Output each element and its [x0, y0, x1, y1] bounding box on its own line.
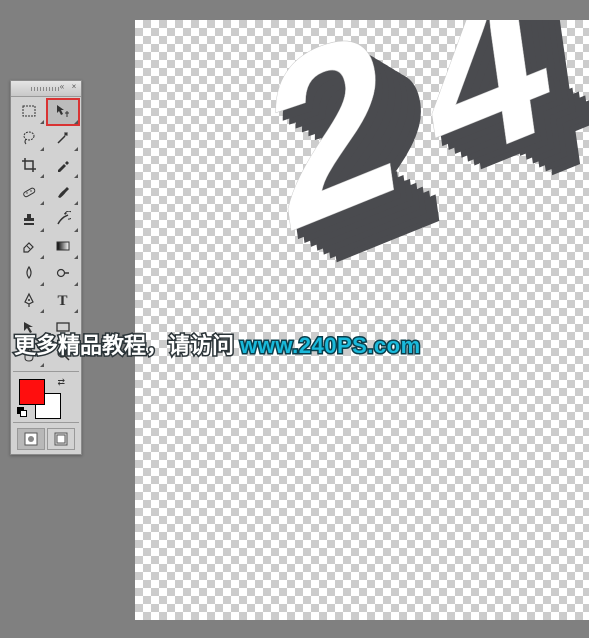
document-canvas[interactable]: 2 2 2 2 2 2 2 2 4 4 4 4 4 4 4 4	[135, 20, 589, 620]
marquee-icon	[21, 103, 37, 122]
color-swatches: ⇄	[13, 375, 79, 419]
magic-wand-tool[interactable]	[47, 126, 79, 152]
default-colors-icon[interactable]	[17, 407, 27, 417]
marquee-tool[interactable]	[13, 99, 45, 125]
pen-tool[interactable]	[13, 288, 45, 314]
crop-tool[interactable]	[13, 153, 45, 179]
stamp-icon	[21, 211, 37, 230]
three-d-text-art: 2 2 2 2 2 2 2 2 4 4 4 4 4 4 4 4	[135, 20, 589, 440]
close-icon[interactable]: ×	[69, 82, 79, 92]
screen-mode-button[interactable]	[47, 428, 75, 450]
type-icon: T	[57, 293, 67, 310]
move-tool[interactable]	[47, 99, 79, 125]
tools-panel: « ×	[10, 80, 82, 455]
clone-stamp-tool[interactable]	[13, 207, 45, 233]
quickmask-section	[13, 426, 79, 452]
history-brush-tool[interactable]	[47, 207, 79, 233]
move-icon	[55, 103, 71, 122]
swap-colors-icon[interactable]: ⇄	[57, 377, 65, 388]
lasso-icon	[21, 130, 37, 149]
blur-tool[interactable]	[13, 261, 45, 287]
brush-icon	[55, 184, 71, 203]
brush-tool[interactable]	[47, 180, 79, 206]
wand-icon	[55, 130, 71, 149]
spot-healing-tool[interactable]	[13, 180, 45, 206]
screen-mode-icon	[54, 432, 68, 446]
tools-panel-header[interactable]: « ×	[11, 81, 81, 97]
watermark-label: 更多精品教程，请访问	[14, 333, 240, 358]
standard-mode-icon	[24, 432, 38, 446]
dodge-icon	[55, 265, 71, 284]
watermark-url: www.240PS.com	[240, 333, 421, 358]
dodge-tool[interactable]	[47, 261, 79, 287]
bandage-icon	[21, 184, 37, 203]
pen-icon	[21, 292, 37, 311]
blur-icon	[21, 265, 37, 284]
gradient-icon	[55, 238, 71, 257]
eyedropper-icon	[55, 157, 71, 176]
history-brush-icon	[55, 211, 71, 230]
gradient-tool[interactable]	[47, 234, 79, 260]
lasso-tool[interactable]	[13, 126, 45, 152]
divider	[13, 422, 79, 423]
type-tool[interactable]: T	[47, 288, 79, 314]
eraser-tool[interactable]	[13, 234, 45, 260]
divider	[13, 371, 79, 372]
crop-icon	[21, 157, 37, 176]
foreground-color-swatch[interactable]	[19, 379, 45, 405]
collapse-icon[interactable]: «	[57, 82, 67, 92]
standard-mode-button[interactable]	[17, 428, 45, 450]
eraser-icon	[21, 238, 37, 257]
eyedropper-tool[interactable]	[47, 153, 79, 179]
watermark-text: 更多精品教程，请访问 www.240PS.com	[14, 328, 421, 360]
